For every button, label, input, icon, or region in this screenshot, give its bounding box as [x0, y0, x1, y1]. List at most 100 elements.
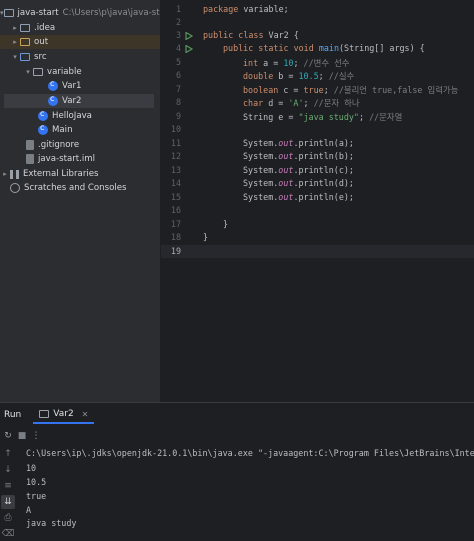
tree-item-label: Var2: [62, 96, 82, 106]
code-text: );: [343, 138, 354, 148]
code-text: .println(: [293, 192, 339, 202]
code-keyword: double: [243, 71, 274, 81]
console-output-line: java study: [26, 518, 77, 528]
tree-item-external-libraries[interactable]: ▸ External Libraries: [0, 167, 160, 181]
code-keyword: package: [203, 4, 239, 14]
scroll-to-end-icon[interactable]: ⇊: [1, 495, 15, 509]
code-text: c =: [278, 85, 304, 95]
scroll-down-icon[interactable]: ↓: [1, 463, 15, 477]
tree-item-out[interactable]: ▸ out: [0, 35, 160, 49]
code-text: System.: [243, 192, 279, 202]
tree-item-label: .idea: [34, 23, 56, 33]
code-line-4: public static void main(String[] args) {: [223, 43, 425, 56]
tree-item-iml[interactable]: java-start.iml: [0, 152, 160, 166]
run-header: Run Var2 ✕: [0, 403, 474, 427]
class-icon: [38, 109, 48, 121]
code-line-14: System.out.println(d);: [243, 178, 354, 191]
tree-item-src[interactable]: ▾ src: [0, 50, 160, 64]
code-number: 10: [283, 58, 294, 68]
code-string: "java study": [298, 112, 359, 122]
tree-item-gitignore[interactable]: .gitignore: [0, 138, 160, 152]
clear-all-icon[interactable]: ⌫: [1, 527, 15, 541]
class-icon: [48, 94, 58, 106]
module-folder-icon: [3, 9, 14, 17]
console-output-line: A: [26, 505, 32, 515]
tree-item-label: HelloJava: [52, 111, 92, 121]
code-method-name: main: [318, 43, 339, 53]
tree-root-label: java-start: [17, 8, 59, 18]
source-folder-icon: [20, 53, 30, 61]
console-output-line: true: [26, 491, 47, 501]
tree-item-hellojava[interactable]: HelloJava: [0, 109, 160, 123]
line-number: 7: [175, 84, 181, 94]
line-number: 18: [170, 232, 181, 242]
tree-item-label: out: [34, 37, 49, 47]
run-tab-var2[interactable]: Var2 ✕: [33, 406, 95, 424]
line-number: 17: [170, 219, 181, 229]
close-icon[interactable]: ✕: [82, 410, 89, 419]
code-text: a =: [258, 58, 284, 68]
code-text: d =: [263, 98, 289, 108]
run-main-icon[interactable]: [185, 45, 193, 53]
code-text: );: [343, 192, 354, 202]
line-number: 13: [170, 165, 181, 175]
console-side-toolbar: ↑ ↓ ≡ ⇊ ⎙ ⌫: [0, 447, 16, 541]
library-icon: [10, 169, 19, 179]
line-number: 5: [175, 57, 181, 67]
code-comment: //불리언 true,false 입력가능: [333, 85, 459, 95]
more-options-icon[interactable]: ⋮: [30, 430, 42, 442]
project-tool-window: ▾ java-start C:\Users\p\java\java-sta ▸ …: [0, 0, 160, 402]
tree-item-label: Scratches and Consoles: [24, 183, 127, 193]
code-text: System.: [243, 151, 279, 161]
line-number: 9: [175, 111, 181, 121]
tree-item-label: Var1: [62, 81, 82, 91]
line-number: 19: [170, 246, 181, 256]
tree-item-main[interactable]: Main: [0, 123, 160, 137]
code-text: ;: [358, 112, 370, 122]
chevron-down-icon[interactable]: ▾: [0, 9, 4, 17]
tree-item-label: External Libraries: [23, 169, 99, 179]
run-toolbar: ↻ ■ ⋮: [0, 429, 474, 443]
scroll-up-icon[interactable]: ↑: [1, 447, 15, 461]
line-number: 2: [175, 17, 181, 27]
run-class-icon[interactable]: [185, 32, 193, 40]
class-icon: [48, 79, 58, 91]
tree-item-variable[interactable]: ▾ variable: [0, 65, 160, 79]
tree-item-idea[interactable]: ▸ .idea: [0, 21, 160, 35]
code-line-7: boolean c = true; //불리언 true,false 입력가능: [243, 84, 458, 97]
code-text: String e =: [243, 112, 299, 122]
run-tool-window: Run Var2 ✕ ↻ ■ ⋮ ↑ ↓ ≡ ⇊ ⎙ ⌫ C:\Users\ip…: [0, 402, 474, 541]
code-text: .println(: [293, 165, 339, 175]
chevron-right-icon[interactable]: ▸: [10, 38, 20, 46]
current-line-highlight: [161, 245, 474, 258]
rerun-icon[interactable]: ↻: [2, 430, 14, 442]
print-icon[interactable]: ⎙: [1, 511, 15, 525]
code-static-field: out: [278, 151, 294, 161]
code-text: .println(: [293, 138, 339, 148]
tree-item-var1[interactable]: Var1: [0, 79, 160, 93]
code-comment: //변수 선수: [303, 58, 350, 68]
code-static-field: out: [278, 192, 294, 202]
run-tab-label: Var2: [53, 409, 74, 419]
tree-item-var2[interactable]: Var2: [4, 94, 154, 108]
line-number: 16: [170, 205, 181, 215]
tree-item-scratches[interactable]: Scratches and Consoles: [0, 181, 160, 195]
code-line-5: int a = 10; //변수 선수: [243, 57, 350, 70]
code-text: ;: [293, 58, 304, 68]
tree-root-java-start[interactable]: ▾ java-start C:\Users\p\java\java-sta: [0, 6, 160, 20]
line-number: 10: [170, 124, 181, 134]
code-line-1: package variable;: [203, 4, 289, 17]
code-static-field: out: [278, 178, 294, 188]
stop-icon[interactable]: ■: [16, 430, 28, 442]
chevron-down-icon[interactable]: ▾: [23, 68, 33, 76]
chevron-down-icon[interactable]: ▾: [10, 53, 20, 61]
code-line-17: }: [223, 219, 228, 232]
line-number: 6: [175, 70, 181, 80]
code-keyword: true: [303, 85, 324, 95]
soft-wrap-icon[interactable]: ≡: [1, 479, 15, 493]
chevron-right-icon[interactable]: ▸: [0, 170, 10, 178]
code-static-field: out: [278, 165, 294, 175]
code-editor[interactable]: 1 2 3 4 5 6 7 8 9 10 11 12 13 14 15 16 1…: [161, 0, 474, 402]
code-comment: //문자열: [369, 112, 403, 122]
chevron-right-icon[interactable]: ▸: [10, 24, 20, 32]
